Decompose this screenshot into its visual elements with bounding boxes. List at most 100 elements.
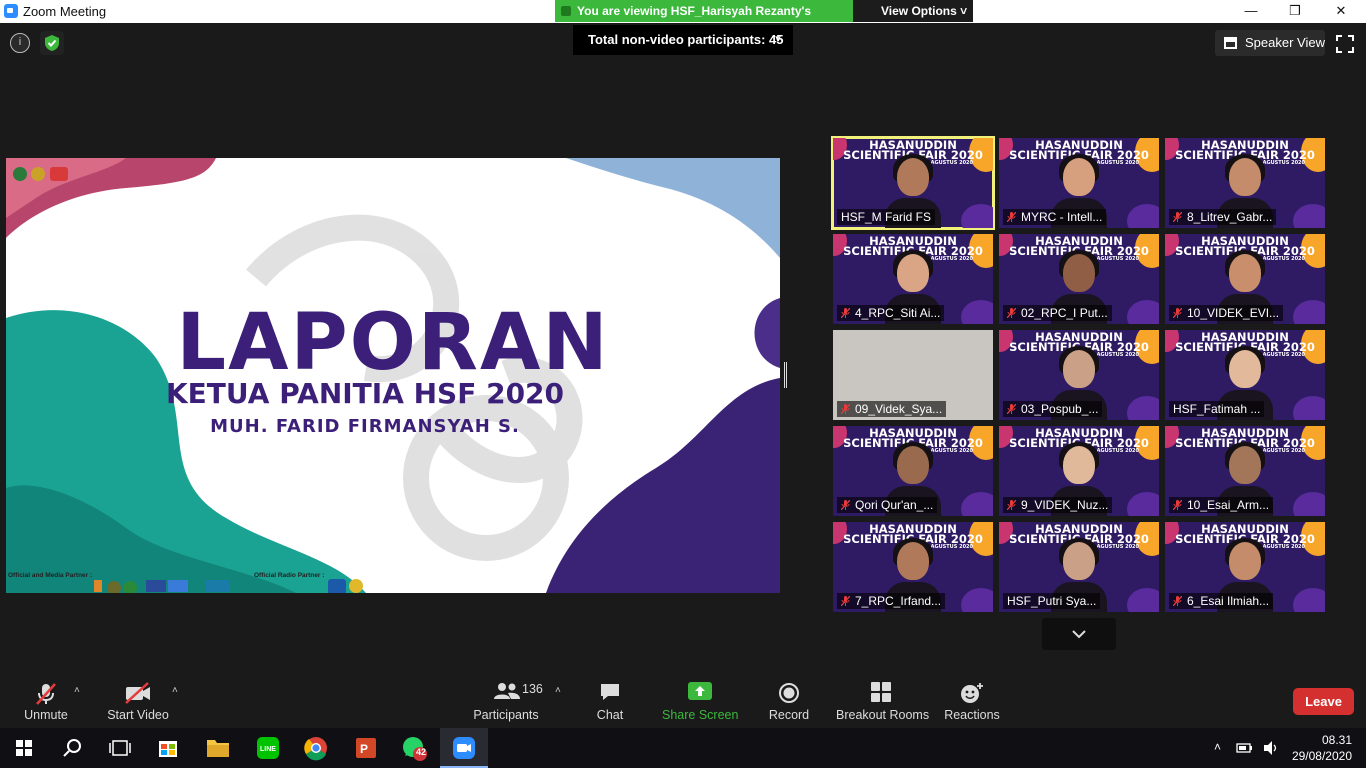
participant-name: 8_Litrev_Gabr... — [1187, 210, 1273, 224]
chat-icon — [601, 684, 619, 700]
participant-name: 9_VIDEK_Nuz... — [1021, 498, 1109, 512]
whatsapp-badge: 42 — [415, 747, 426, 757]
taskbar-file-explorer[interactable] — [194, 728, 242, 768]
muted-mic-icon — [1007, 212, 1016, 222]
speaker-view-label: Speaker View — [1245, 35, 1325, 50]
taskbar-whatsapp[interactable]: 42 — [390, 728, 438, 768]
taskbar-clock[interactable]: 08.31 29/08/2020 — [1292, 732, 1352, 764]
unmute-label: Unmute — [24, 708, 68, 722]
participant-tile[interactable]: HASANUDDIN SCIENTIFIC FAIR 2020 29 AGUSTUS… — [831, 136, 995, 230]
search-icon — [63, 739, 81, 757]
muted-mic-icon — [1007, 308, 1016, 318]
chat-label: Chat — [596, 708, 624, 722]
participant-tile[interactable]: 09_Videk_Sya... — [833, 330, 993, 420]
share-screen-button[interactable]: Share Screen — [662, 668, 738, 728]
participant-name: 10_VIDEK_EVI... — [1187, 306, 1280, 320]
slide-presenter-name: MUH. FARID FIRMANSYAH S. — [210, 416, 520, 437]
start-video-label: Start Video — [107, 708, 169, 722]
participant-tile[interactable]: HASANUDDIN SCIENTIFIC FAIR 2020 29 AGUSTUS… — [999, 522, 1159, 612]
breakout-rooms-button[interactable]: Breakout Rooms — [836, 668, 929, 728]
reactions-icon — [961, 683, 983, 703]
tile-background-shape — [961, 300, 993, 324]
store-icon — [159, 741, 177, 757]
task-view-button[interactable] — [96, 728, 144, 768]
participant-tile[interactable]: HASANUDDIN SCIENTIFIC FAIR 2020 29 AGUSTUS… — [1165, 522, 1325, 612]
participant-name: HSF_M Farid FS — [841, 210, 932, 224]
participant-tile[interactable]: HASANUDDIN SCIENTIFIC FAIR 2020 29 AGUSTUS… — [999, 330, 1159, 420]
muted-mic-icon — [841, 500, 850, 510]
tile-background-shape — [1127, 396, 1159, 420]
participants-button[interactable]: 136 Participants — [472, 668, 543, 728]
muted-mic-icon — [841, 308, 850, 318]
participant-tile[interactable]: HASANUDDIN SCIENTIFIC FAIR 2020 29 AGUSTUS… — [833, 426, 993, 516]
video-options-caret[interactable]: ˄ — [172, 685, 178, 696]
participant-name: 03_Pospub_... — [1021, 402, 1099, 416]
search-button[interactable] — [48, 728, 96, 768]
maximize-button[interactable]: ❒ — [1272, 0, 1318, 23]
chat-button[interactable]: Chat — [590, 668, 630, 728]
start-button[interactable] — [0, 728, 48, 768]
participant-tile[interactable]: HASANUDDIN SCIENTIFIC FAIR 2020 29 AGUSTUS… — [1165, 234, 1325, 324]
view-options-button[interactable]: View Options ˅ — [881, 0, 967, 22]
participant-tile[interactable]: HASANUDDIN SCIENTIFIC FAIR 2020 29 AGUSTUS… — [833, 234, 993, 324]
gallery-next-page-button[interactable] — [1042, 618, 1116, 650]
participant-name-label: 03_Pospub_... — [1003, 401, 1103, 417]
taskbar-powerpoint[interactable]: P — [342, 728, 390, 768]
participant-name: 10_Esai_Arm... — [1187, 498, 1270, 512]
participant-tile[interactable]: HASANUDDIN SCIENTIFIC FAIR 2020 29 AGUSTUS… — [999, 234, 1159, 324]
tile-background-shape — [1293, 588, 1325, 612]
show-hidden-icons-caret[interactable]: ˄ — [1214, 740, 1221, 754]
nonvideo-participants-dropdown[interactable]: Total non-video participants: 45 ˅ — [573, 25, 793, 55]
minimize-button[interactable]: — — [1228, 0, 1274, 23]
reactions-button[interactable]: Reactions — [944, 668, 1000, 728]
participant-name: 02_RPC_I Put... — [1021, 306, 1108, 320]
muted-mic-icon — [1173, 308, 1182, 318]
taskbar-zoom[interactable] — [440, 728, 488, 768]
participant-tile[interactable]: HASANUDDIN SCIENTIFIC FAIR 2020 29 AGUSTUS… — [1165, 330, 1325, 420]
muted-mic-icon — [1173, 596, 1182, 606]
audio-options-caret[interactable]: ˄ — [74, 685, 80, 696]
participant-name-label: HSF_Fatimah ... — [1169, 401, 1265, 417]
chrome-icon — [304, 737, 327, 761]
start-video-button[interactable]: Start Video — [106, 668, 170, 728]
participant-name-label: 10_Esai_Arm... — [1169, 497, 1274, 513]
participant-name: 4_RPC_Siti Ai... — [855, 306, 941, 320]
volume-icon[interactable] — [1262, 740, 1280, 756]
participant-tile[interactable]: HASANUDDIN SCIENTIFIC FAIR 2020 29 AGUSTUS… — [999, 138, 1159, 228]
tile-background-shape — [961, 204, 993, 228]
leave-meeting-button[interactable]: Leave — [1293, 688, 1354, 715]
battery-icon[interactable] — [1236, 740, 1254, 756]
participant-tile[interactable]: HASANUDDIN SCIENTIFIC FAIR 2020 29 AGUSTUS… — [999, 426, 1159, 516]
muted-mic-icon — [841, 596, 850, 606]
participant-name-label: 02_RPC_I Put... — [1003, 305, 1112, 321]
fullscreen-icon[interactable] — [1335, 34, 1355, 54]
tile-background-shape — [1293, 204, 1325, 228]
muted-mic-icon — [1173, 500, 1182, 510]
unmute-button[interactable]: Unmute — [20, 668, 72, 728]
participants-options-caret[interactable]: ˄ — [555, 685, 561, 696]
taskbar-chrome[interactable] — [292, 728, 340, 768]
clock-time: 08.31 — [1321, 733, 1352, 747]
record-button[interactable]: Record — [766, 668, 812, 728]
participant-tile[interactable]: HASANUDDIN SCIENTIFIC FAIR 2020 29 AGUSTUS… — [1165, 138, 1325, 228]
muted-mic-icon — [841, 404, 850, 414]
participant-tile[interactable]: HASANUDDIN SCIENTIFIC FAIR 2020 29 AGUSTUS… — [1165, 426, 1325, 516]
participant-tile[interactable]: HASANUDDIN SCIENTIFIC FAIR 2020 29 AGUSTUS… — [833, 522, 993, 612]
participant-name: 7_RPC_Irfand... — [855, 594, 942, 608]
breakout-rooms-icon — [871, 682, 891, 702]
taskbar-line[interactable]: LINE — [244, 728, 292, 768]
participants-count: 136 — [522, 682, 543, 696]
meeting-info-icon[interactable]: i — [10, 33, 30, 53]
panel-resize-handle[interactable] — [784, 362, 787, 388]
viewing-indicator: You are viewing HSF_Harisyah Rezanty's s… — [555, 0, 853, 40]
shared-screen: LAPORAN KETUA PANITIA HSF 2020 MUH. FARI… — [6, 158, 780, 593]
participant-name: MYRC - Intell... — [1021, 210, 1103, 224]
slide-subtitle: KETUA PANITIA HSF 2020 — [165, 377, 565, 410]
shield-icon — [561, 6, 571, 16]
close-button[interactable]: ✕ — [1318, 0, 1364, 23]
speaker-view-button[interactable]: Speaker View — [1215, 30, 1325, 56]
line-icon-text: LINE — [260, 746, 276, 753]
security-shield-icon[interactable] — [40, 31, 64, 55]
taskbar-store[interactable] — [144, 728, 192, 768]
tile-background-shape — [1127, 492, 1159, 516]
